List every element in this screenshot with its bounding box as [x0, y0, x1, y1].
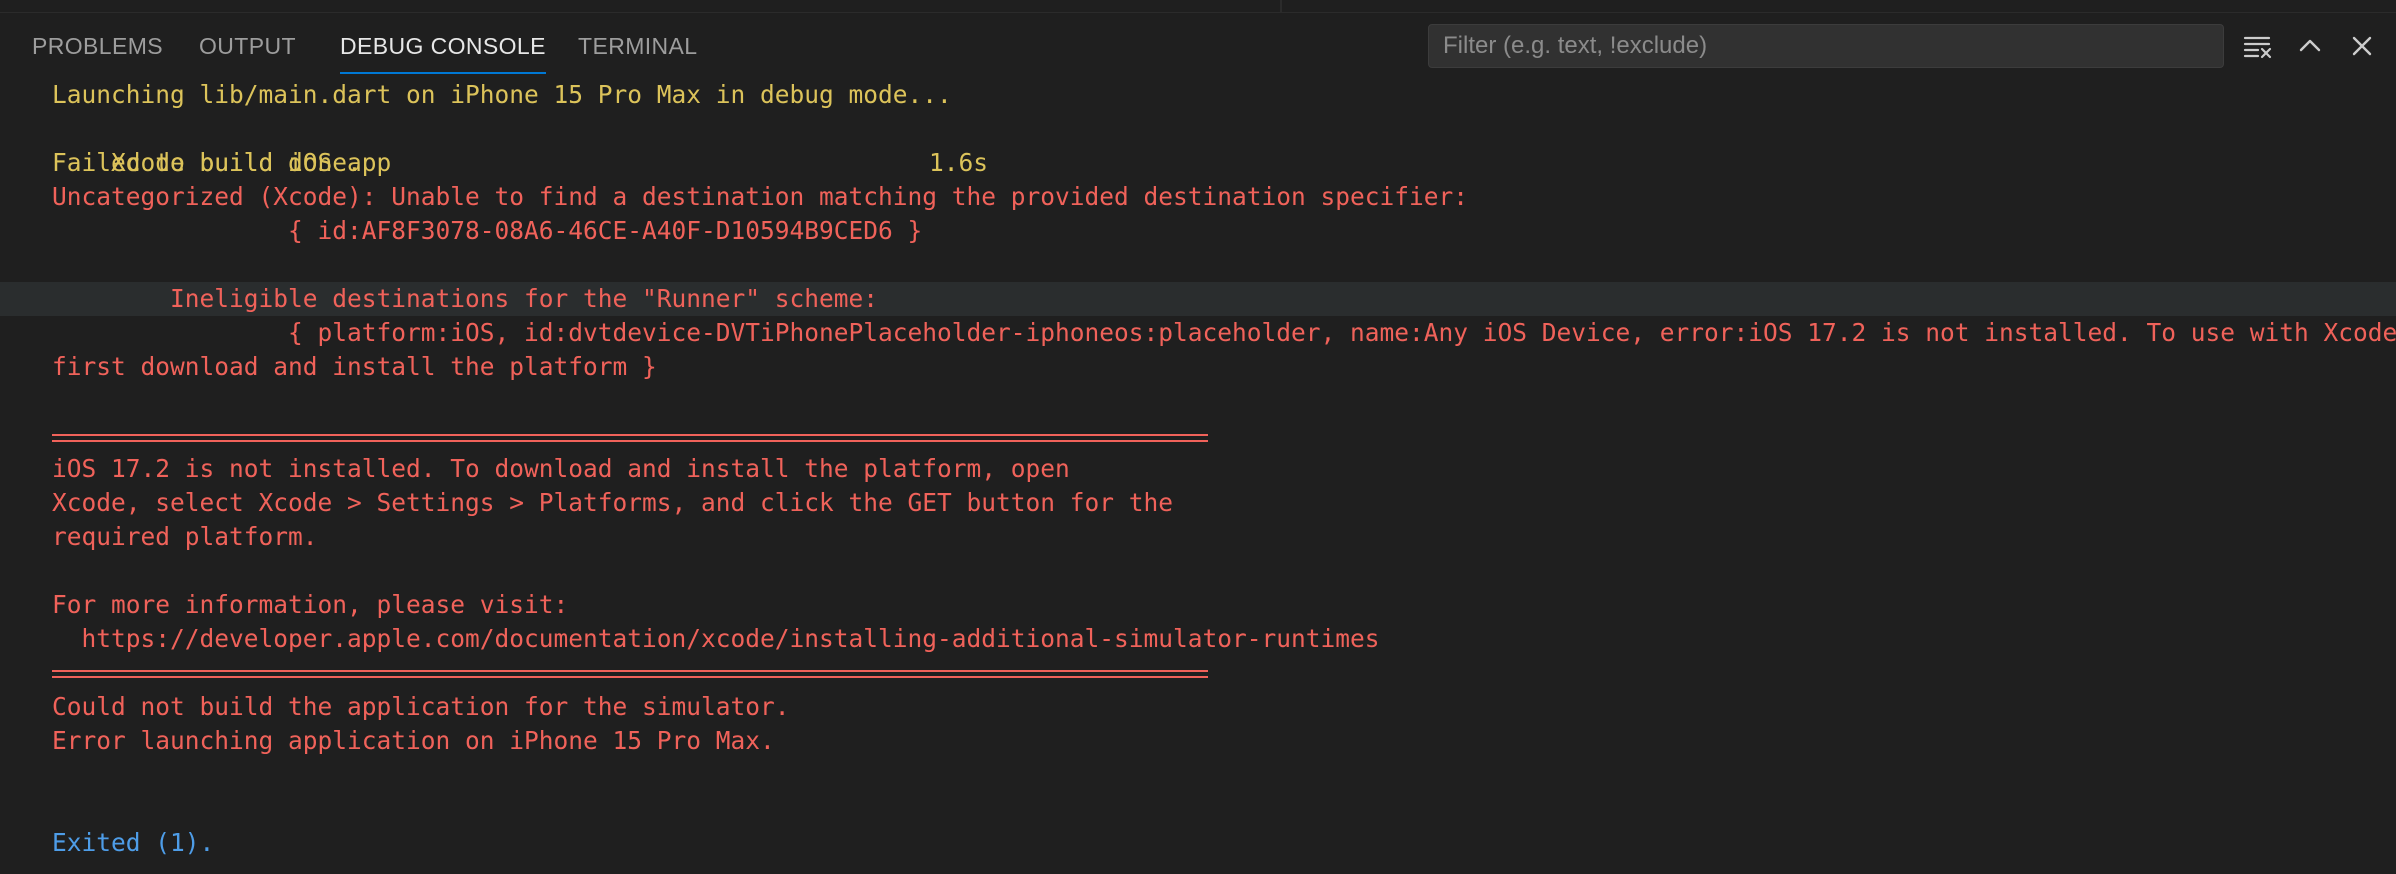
console-line: Xcode build done. 1.6s: [0, 112, 2396, 177]
console-line: Launching lib/main.dart on iPhone 15 Pro…: [52, 80, 952, 109]
maximize-panel-button[interactable]: [2292, 28, 2328, 64]
tab-problems[interactable]: PROBLEMS: [32, 32, 163, 72]
console-line: iOS 17.2 is not installed. To download a…: [52, 454, 1070, 483]
console-line: { platform:iOS, id:dvtdevice-DVTiPhonePl…: [52, 318, 2396, 347]
console-line: For more information, please visit:: [52, 590, 569, 619]
clear-console-button[interactable]: [2240, 28, 2276, 64]
filter-input[interactable]: [1428, 24, 2224, 68]
console-line: Failed to build iOS app: [52, 148, 392, 177]
console-line-highlighted: Ineligible destinations for the "Runner"…: [0, 282, 2396, 316]
console-line: Could not build the application for the …: [52, 692, 790, 721]
console-line-exit: Exited (1).: [52, 828, 215, 857]
editor-top-strip: [0, 0, 2396, 13]
separator-rule: [52, 670, 1208, 678]
tab-output[interactable]: OUTPUT: [199, 32, 296, 72]
close-icon: [2352, 36, 2372, 56]
separator-rule: [52, 434, 1208, 442]
tab-terminal[interactable]: TERMINAL: [578, 32, 698, 72]
console-line: Uncategorized (Xcode): Unable to find a …: [52, 182, 1469, 211]
console-link-line[interactable]: https://developer.apple.com/documentatio…: [0, 622, 2396, 656]
chevron-up-icon: [2299, 39, 2321, 52]
console-line: Error launching application on iPhone 15…: [52, 726, 775, 755]
console-line: first download and install the platform …: [52, 352, 657, 381]
console-line: Xcode, select Xcode > Settings > Platfor…: [52, 488, 1174, 517]
tab-debug-console[interactable]: DEBUG CONSOLE: [340, 32, 546, 74]
console-line: { id:AF8F3078-08A6-46CE-A40F-D10594B9CED…: [52, 216, 923, 245]
editor-split-divider[interactable]: [1280, 0, 1282, 12]
panel-tab-bar: PROBLEMS OUTPUT DEBUG CONSOLE TERMINAL: [0, 14, 1400, 74]
close-panel-button[interactable]: [2344, 28, 2380, 64]
debug-console-output[interactable]: Launching lib/main.dart on iPhone 15 Pro…: [0, 78, 2396, 874]
console-line: required platform.: [52, 522, 318, 551]
clear-console-icon: [2243, 36, 2272, 59]
